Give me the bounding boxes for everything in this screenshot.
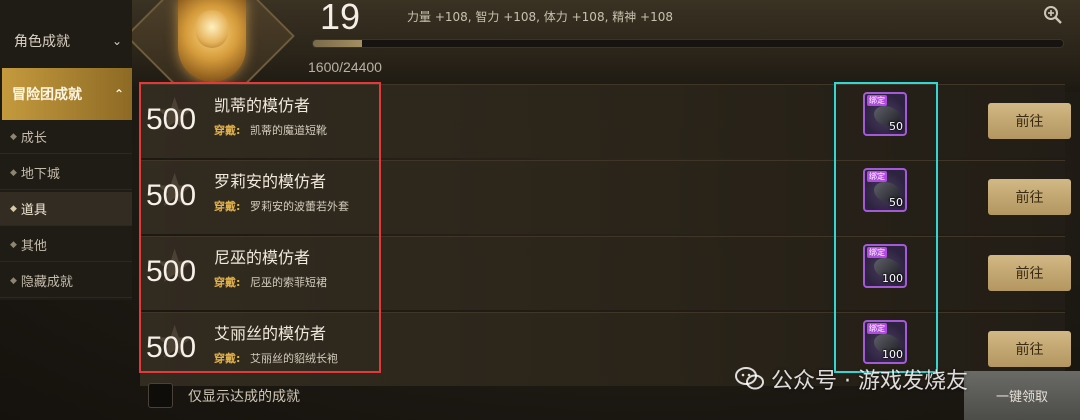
claim-all-button[interactable]: 一键领取 <box>964 371 1080 420</box>
bound-tag: 绑定 <box>867 247 887 258</box>
requirement-value: 凯蒂的魔道短靴 <box>250 124 327 137</box>
go-button[interactable]: 前往 <box>988 255 1071 291</box>
watermark-text: 公众号 · 游戏发烧友 <box>771 369 968 394</box>
diamond-icon: ◆ <box>10 131 17 142</box>
sidebar-item-items[interactable]: ◆ 道具 <box>0 192 132 226</box>
reward-item-icon[interactable]: 绑定 50 <box>863 168 907 212</box>
go-button[interactable]: 前往 <box>988 331 1071 367</box>
bound-tag: 绑定 <box>867 171 887 182</box>
diamond-icon: ◆ <box>10 239 17 250</box>
reward-quantity: 50 <box>889 120 903 133</box>
adventure-level: 19 <box>320 0 361 37</box>
progress-fill <box>313 40 363 47</box>
sidebar-item-label: 隐藏成就 <box>20 275 73 290</box>
chevron-down-icon: ⌄ <box>111 34 122 48</box>
reward-item-icon[interactable]: 绑定 50 <box>863 92 907 136</box>
stat-bonus-text: 力量 +108, 智力 +108, 体力 +108, 精神 +108 <box>407 10 673 24</box>
sidebar-item-label: 成长 <box>20 131 47 146</box>
diamond-icon: ◆ <box>10 203 17 214</box>
sidebar-category-label: 冒险团成就 <box>12 87 82 103</box>
achievement-points: 500 <box>146 179 197 212</box>
achievement-points: 500 <box>146 103 197 136</box>
diamond-icon: ◆ <box>10 167 17 178</box>
sidebar-item-label: 地下城 <box>20 167 60 182</box>
bound-tag: 绑定 <box>867 95 887 106</box>
achievement-title: 凯蒂的模仿者 <box>214 96 311 115</box>
achievement-title: 尼巫的模仿者 <box>214 248 311 267</box>
show-completed-label: 仅显示达成的成就 <box>188 389 300 405</box>
reward-item-icon[interactable]: 绑定 100 <box>863 320 907 364</box>
requirement-label: 穿戴: <box>214 352 241 365</box>
sidebar-item-label: 道具 <box>20 203 47 218</box>
sidebar-category-character[interactable]: 角色成就 ⌄ <box>0 18 132 64</box>
progress-text: 1600/24400 <box>308 59 382 75</box>
requirement-label: 穿戴: <box>214 124 241 137</box>
achievement-row: ★ 500 罗莉安的模仿者 穿戴: 罗莉安的波蕾若外套 绑定 50 前往 <box>140 160 1071 234</box>
go-button[interactable]: 前往 <box>988 103 1071 139</box>
diamond-icon: ◆ <box>10 275 17 286</box>
zoom-in-icon[interactable] <box>1043 5 1063 25</box>
achievement-row: ★ 500 凯蒂的模仿者 穿戴: 凯蒂的魔道短靴 绑定 50 前往 <box>140 84 1071 158</box>
requirement-value: 艾丽丝的貂绒长袍 <box>250 352 338 365</box>
achievement-title: 罗莉安的模仿者 <box>214 172 327 191</box>
lion-face-icon <box>196 10 228 48</box>
progress-bar <box>312 39 1064 48</box>
requirement-label: 穿戴: <box>214 276 241 289</box>
achievement-row: ★ 500 尼巫的模仿者 穿戴: 尼巫的索菲短裙 绑定 100 前往 <box>140 236 1071 310</box>
sidebar-category-label: 角色成就 <box>14 34 70 50</box>
sidebar-item-hidden[interactable]: ◆ 隐藏成就 <box>0 264 132 298</box>
sidebar-category-adventure[interactable]: 冒险团成就 ⌃ <box>2 68 132 120</box>
watermark: 公众号 · 游戏发烧友 <box>735 363 968 395</box>
requirement-value: 罗莉安的波蕾若外套 <box>250 200 349 213</box>
sidebar-item-label: 其他 <box>20 239 47 254</box>
requirement-value: 尼巫的索菲短裙 <box>250 276 327 289</box>
show-completed-checkbox[interactable] <box>148 383 173 408</box>
achievement-points: 500 <box>146 255 197 288</box>
bound-tag: 绑定 <box>867 323 887 334</box>
reward-item-icon[interactable]: 绑定 100 <box>863 244 907 288</box>
sidebar-item-other[interactable]: ◆ 其他 <box>0 228 132 262</box>
wechat-logo-icon <box>735 367 764 390</box>
chevron-up-icon: ⌃ <box>113 87 124 101</box>
reward-quantity: 100 <box>882 348 903 361</box>
achievement-points: 500 <box>146 331 197 364</box>
go-button[interactable]: 前往 <box>988 179 1071 215</box>
sidebar-item-growth[interactable]: ◆ 成长 <box>0 120 132 154</box>
sidebar-item-dungeon[interactable]: ◆ 地下城 <box>0 156 132 190</box>
achievement-title: 艾丽丝的模仿者 <box>214 324 327 343</box>
reward-quantity: 100 <box>882 272 903 285</box>
requirement-label: 穿戴: <box>214 200 241 213</box>
reward-quantity: 50 <box>889 196 903 209</box>
